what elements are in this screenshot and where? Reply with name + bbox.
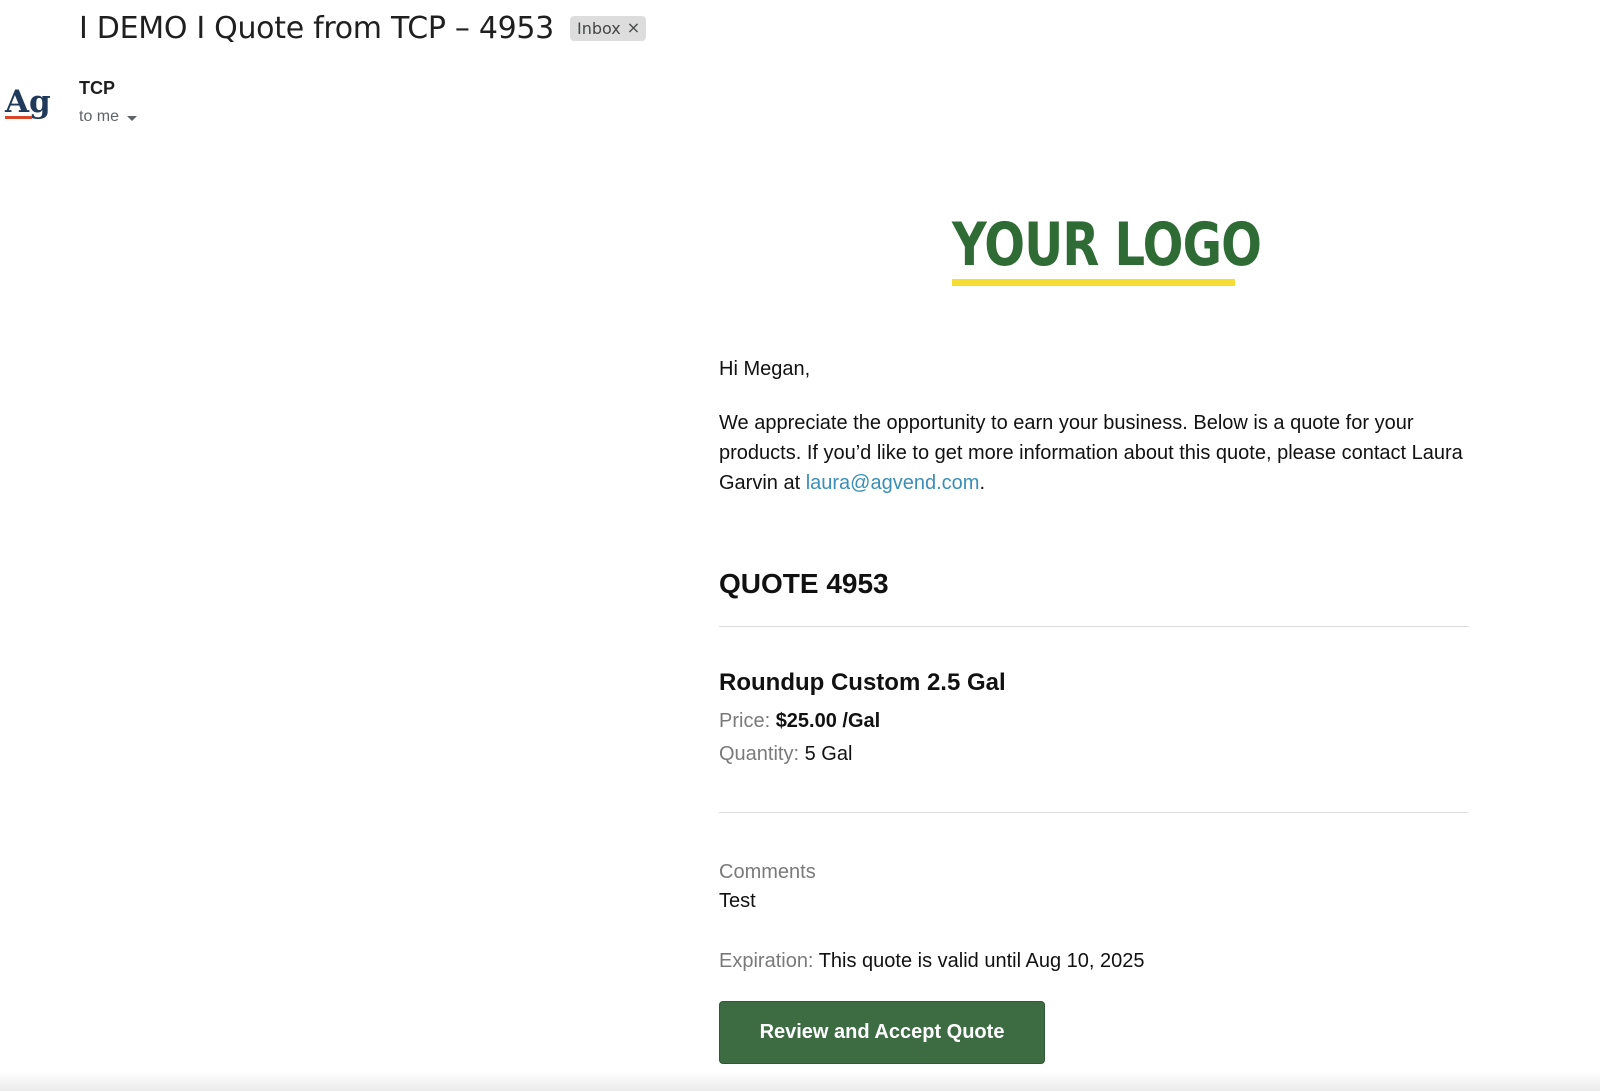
- price-row: Price: $25.00 /Gal: [719, 710, 880, 733]
- sender-name[interactable]: TCP: [79, 78, 115, 99]
- chevron-down-icon[interactable]: [127, 115, 138, 121]
- quantity-row: Quantity: 5 Gal: [719, 743, 852, 766]
- email-header: I DEMO I Quote from TCP – 4953 Inbox ×: [79, 6, 647, 50]
- quantity-label: Quantity:: [719, 743, 800, 765]
- expiration-row: Expiration: This quote is valid until Au…: [719, 950, 1144, 973]
- remove-label-icon[interactable]: ×: [627, 20, 640, 36]
- divider: [719, 626, 1469, 627]
- avatar-underline: [5, 116, 32, 119]
- expiration-label: Expiration:: [719, 950, 814, 972]
- quantity-value: 5 Gal: [804, 743, 853, 765]
- comments-value: Test: [719, 890, 756, 912]
- comments-label: Comments: [719, 861, 816, 883]
- divider: [719, 812, 1469, 813]
- logo-text: YOUR LOGO: [952, 210, 1262, 280]
- greeting: Hi Megan,: [719, 358, 811, 380]
- bottom-edge: [0, 1072, 1600, 1091]
- expiration-value: This quote is valid until Aug 10, 2025: [818, 950, 1145, 972]
- product-name: Roundup Custom 2.5 Gal: [719, 669, 1006, 696]
- company-logo: YOUR LOGO: [952, 210, 1262, 292]
- review-accept-quote-button[interactable]: Review and Accept Quote: [719, 1001, 1045, 1064]
- intro-end: .: [979, 472, 985, 494]
- sender-avatar[interactable]: Ag: [4, 80, 60, 124]
- recipient-text: to me: [79, 108, 120, 125]
- quote-title: QUOTE 4953: [719, 568, 889, 599]
- avatar-text: Ag: [4, 84, 51, 120]
- recipient-toggle[interactable]: to me: [79, 108, 138, 126]
- inbox-label-chip[interactable]: Inbox ×: [569, 15, 647, 41]
- contact-email-link[interactable]: laura@agvend.com: [806, 472, 980, 494]
- inbox-label-text: Inbox: [576, 18, 621, 38]
- price-value: $25.00 /Gal: [775, 710, 881, 732]
- logo-underline: [952, 279, 1235, 286]
- intro-paragraph: We appreciate the opportunity to earn yo…: [719, 408, 1469, 498]
- email-subject: I DEMO I Quote from TCP – 4953: [79, 10, 554, 46]
- price-label: Price:: [719, 710, 771, 732]
